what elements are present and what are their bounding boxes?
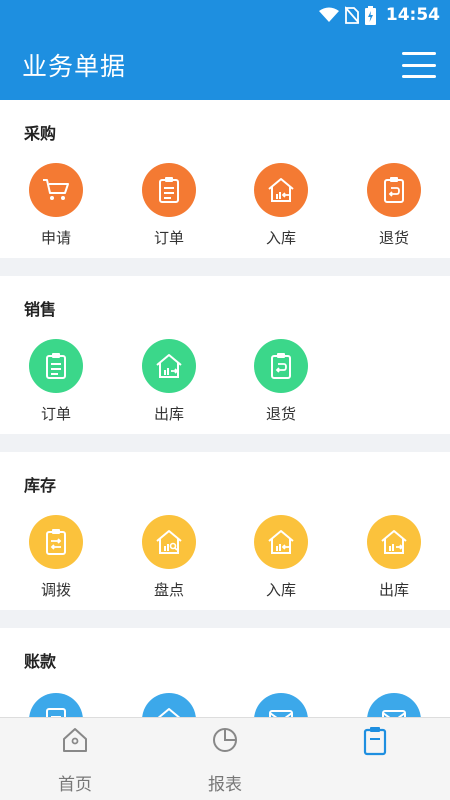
purchase-order-button[interactable]: 订单 [124,163,214,248]
page-title: 业务单据 [22,52,127,81]
inventory-transfer-button[interactable]: 调拨 [11,515,101,600]
home-icon [61,726,89,758]
warehouse-in-icon [254,163,308,217]
house-icon [142,693,196,717]
inventory-outbound-button[interactable]: 出库 [349,515,439,600]
sales-return-button[interactable]: 退货 [236,339,326,424]
tile-label: 入库 [265,581,296,599]
purchase-request-button[interactable]: 申请 [11,163,101,248]
document-list-icon [361,726,389,760]
accounts-item-1-button[interactable] [11,693,101,717]
status-time: 14:54 [385,5,440,25]
tile-label: 调拨 [40,581,71,599]
section-title: 库存 [24,476,57,495]
stocktake-icon [142,515,196,569]
document-icon [29,693,83,717]
tile-label: 出库 [153,405,184,423]
section-inventory: 库存 调拨 盘点 入库 出库 [0,452,450,610]
battery-charging-icon [364,5,376,25]
section-accounts: 账款 [0,628,450,717]
content-area: 采购 申请 订单 入库 退货 销售 订单 出库 退货 库存 调拨 盘点 入库 出… [0,100,450,717]
tile-label: 盘点 [153,581,184,599]
purchase-inbound-button[interactable]: 入库 [236,163,326,248]
nav-home[interactable]: 首页 [0,718,150,800]
warehouse-out-icon [142,339,196,393]
accounts-item-3-button[interactable] [236,693,326,717]
tile-label: 入库 [265,229,296,247]
mail-icon [254,693,308,717]
nav-reports[interactable]: 报表 [150,718,300,800]
section-purchase: 采购 申请 订单 入库 退货 [0,100,450,258]
inventory-inbound-button[interactable]: 入库 [236,515,326,600]
warehouse-out-icon [367,515,421,569]
section-title: 账款 [24,652,57,671]
clipboard-icon [142,163,196,217]
nav-documents[interactable] [300,718,450,800]
nav-label: 首页 [58,775,92,795]
pie-chart-icon [211,726,239,758]
accounts-item-2-button[interactable] [124,693,214,717]
mail-icon [367,693,421,717]
no-sim-icon [344,6,359,24]
return-icon [254,339,308,393]
transfer-icon [29,515,83,569]
nav-label: 报表 [208,775,242,795]
inventory-stocktake-button[interactable]: 盘点 [124,515,214,600]
wifi-icon [318,7,339,23]
accounts-item-4-button[interactable] [349,693,439,717]
warehouse-in-icon [254,515,308,569]
tile-label: 订单 [153,229,184,247]
app-bar: 业务单据 [0,30,450,100]
clipboard-icon [29,339,83,393]
return-icon [367,163,421,217]
sales-outbound-button[interactable]: 出库 [124,339,214,424]
section-title: 采购 [24,124,57,143]
sales-order-button[interactable]: 订单 [11,339,101,424]
section-sales: 销售 订单 出库 退货 [0,276,450,434]
tile-label: 退货 [378,229,409,247]
status-bar: 14:54 [0,0,450,30]
menu-icon[interactable] [402,52,436,78]
cart-icon [29,163,83,217]
tile-label: 出库 [378,581,409,599]
bottom-nav: 首页 报表 [0,717,450,800]
tile-label: 申请 [40,229,71,247]
tile-label: 退货 [265,405,296,423]
section-title: 销售 [24,300,57,319]
purchase-return-button[interactable]: 退货 [349,163,439,248]
tile-label: 订单 [40,405,71,423]
